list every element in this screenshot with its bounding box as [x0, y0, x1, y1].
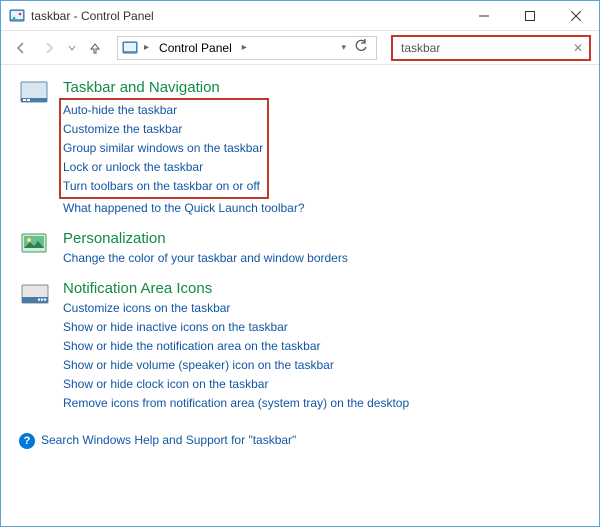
up-button[interactable] [83, 36, 107, 60]
link-customize-taskbar[interactable]: Customize the taskbar [63, 120, 263, 139]
window-title: taskbar - Control Panel [31, 9, 461, 23]
back-button[interactable] [9, 36, 33, 60]
clear-search-icon[interactable]: ✕ [569, 41, 583, 55]
nav-toolbar: ▸ Control Panel ▸ ▾ ✕ [1, 31, 599, 65]
category-personalization: Personalization Change the color of your… [19, 230, 581, 268]
maximize-button[interactable] [507, 1, 553, 30]
window-controls [461, 1, 599, 30]
link-show-hide-notification-area[interactable]: Show or hide the notification area on th… [63, 337, 581, 356]
personalization-category-icon [19, 230, 55, 262]
forward-button[interactable] [37, 36, 61, 60]
link-group-similar-windows[interactable]: Group similar windows on the taskbar [63, 139, 263, 158]
link-show-hide-inactive-icons[interactable]: Show or hide inactive icons on the taskb… [63, 318, 581, 337]
category-title[interactable]: Personalization [63, 230, 581, 247]
notification-category-icon [19, 280, 55, 312]
link-customize-icons[interactable]: Customize icons on the taskbar [63, 299, 581, 318]
category-taskbar-navigation: Taskbar and Navigation Auto-hide the tas… [19, 79, 581, 218]
search-box[interactable]: ✕ [391, 35, 591, 61]
minimize-button[interactable] [461, 1, 507, 30]
recent-dropdown[interactable] [65, 36, 79, 60]
titlebar: taskbar - Control Panel [1, 1, 599, 31]
help-icon: ? [19, 433, 35, 449]
control-panel-icon [122, 40, 138, 56]
link-auto-hide-taskbar[interactable]: Auto-hide the taskbar [63, 101, 263, 120]
results-panel: Taskbar and Navigation Auto-hide the tas… [1, 65, 599, 526]
chevron-right-icon[interactable]: ▸ [142, 42, 151, 53]
help-search-row[interactable]: ? Search Windows Help and Support for "t… [19, 431, 581, 450]
link-remove-tray-icons[interactable]: Remove icons from notification area (sys… [63, 394, 581, 413]
category-title[interactable]: Taskbar and Navigation [63, 79, 581, 96]
address-dropdown-icon[interactable]: ▾ [341, 42, 346, 53]
highlighted-links: Auto-hide the taskbar Customize the task… [59, 98, 269, 199]
link-show-hide-clock-icon[interactable]: Show or hide clock icon on the taskbar [63, 375, 581, 394]
help-search-link[interactable]: Search Windows Help and Support for "tas… [41, 431, 296, 450]
category-title[interactable]: Notification Area Icons [63, 280, 581, 297]
refresh-button[interactable] [350, 39, 372, 56]
address-bar[interactable]: ▸ Control Panel ▸ ▾ [117, 36, 377, 60]
chevron-right-icon[interactable]: ▸ [240, 42, 249, 53]
link-lock-unlock-taskbar[interactable]: Lock or unlock the taskbar [63, 158, 263, 177]
link-quick-launch-help[interactable]: What happened to the Quick Launch toolba… [63, 199, 581, 218]
link-change-taskbar-color[interactable]: Change the color of your taskbar and win… [63, 249, 581, 268]
close-button[interactable] [553, 1, 599, 30]
taskbar-category-icon [19, 79, 55, 111]
link-turn-toolbars-on-off[interactable]: Turn toolbars on the taskbar on or off [63, 177, 263, 196]
link-show-hide-volume-icon[interactable]: Show or hide volume (speaker) icon on th… [63, 356, 581, 375]
search-input[interactable] [399, 40, 569, 56]
control-panel-title-icon [9, 8, 25, 24]
breadcrumb-root[interactable]: Control Panel [155, 41, 236, 55]
category-notification-area-icons: Notification Area Icons Customize icons … [19, 280, 581, 413]
